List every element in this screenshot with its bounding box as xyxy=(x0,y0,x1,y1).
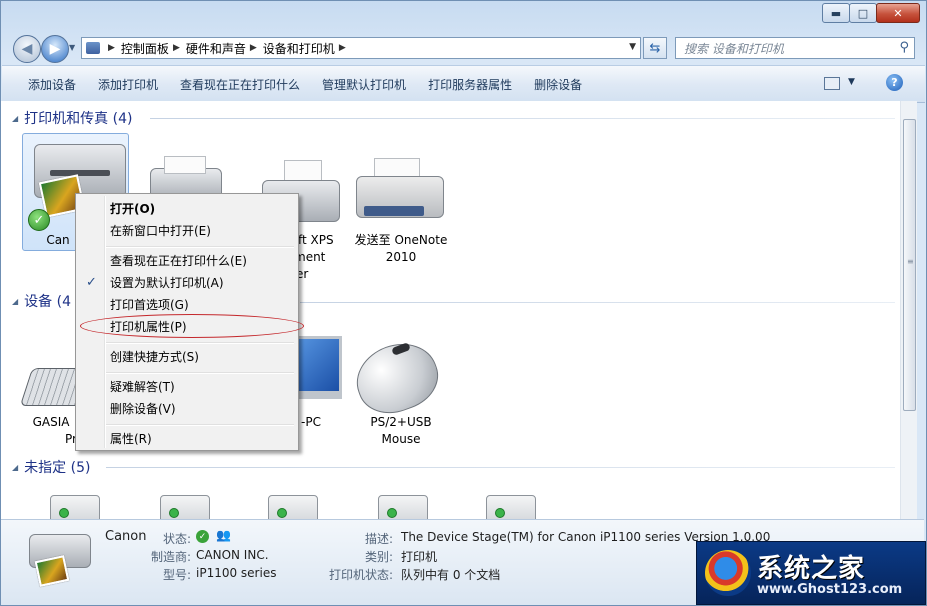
breadcrumb-separator-icon[interactable]: ▶ xyxy=(339,43,346,53)
shared-users-icon: 👥 xyxy=(216,528,231,542)
watermark-banner: 系统之家 www.Ghost123.com xyxy=(696,541,926,605)
menu-separator xyxy=(106,424,294,426)
back-button[interactable]: ◀ xyxy=(13,35,41,63)
category-value: 打印机 xyxy=(401,550,438,564)
group-title: 未指定 (5) xyxy=(24,460,91,476)
remove-device-button[interactable]: 删除设备 xyxy=(534,76,582,93)
status-label: 状态: xyxy=(162,532,191,546)
grip-icon: ≡ xyxy=(907,257,914,266)
watermark-title: 系统之家 xyxy=(757,554,866,584)
caption-buttons: ▬ □ ✕ xyxy=(822,3,920,23)
collapse-triangle-icon[interactable]: ◢ xyxy=(12,463,18,472)
breadcrumb-control-panel[interactable]: 控制面板 xyxy=(121,40,169,57)
minimize-button[interactable]: ▬ xyxy=(822,3,850,23)
group-divider xyxy=(106,467,895,468)
menu-item-remove-device[interactable]: 删除设备(V) xyxy=(78,398,296,420)
menu-separator xyxy=(106,246,294,248)
manufacturer-value: CANON INC. xyxy=(196,548,269,562)
collapse-triangle-icon[interactable]: ◢ xyxy=(12,297,18,306)
refresh-icon: ⇆ xyxy=(649,40,661,56)
add-printer-button[interactable]: 添加打印机 xyxy=(98,76,158,93)
menu-separator xyxy=(106,342,294,344)
vertical-scrollbar[interactable]: ≡ xyxy=(900,101,917,519)
menu-item-preferences[interactable]: 打印首选项(G) xyxy=(78,294,296,316)
printer-status-value: 队列中有 0 个文档 xyxy=(401,568,501,582)
back-arrow-icon: ◀ xyxy=(21,41,33,57)
breadcrumb-devices-printers[interactable]: 设备和打印机 xyxy=(263,40,335,57)
watermark-url: www.Ghost123.com xyxy=(757,582,903,597)
forward-arrow-icon: ▶ xyxy=(49,41,61,57)
view-dropdown-icon[interactable]: ▼ xyxy=(848,77,855,87)
menu-item-properties[interactable]: 属性(R) xyxy=(78,428,296,450)
menu-item-create-shortcut[interactable]: 创建快捷方式(S) xyxy=(78,346,296,368)
menu-item-label: 设置为默认打印机(A) xyxy=(110,276,224,290)
model-value: iP1100 series xyxy=(196,566,277,580)
maximize-button[interactable]: □ xyxy=(849,3,877,23)
close-button[interactable]: ✕ xyxy=(876,3,920,23)
group-title: 打印机和传真 (4) xyxy=(24,111,133,127)
group-header-unspecified[interactable]: ◢ 未指定 (5) xyxy=(12,457,90,477)
address-bar[interactable]: ▶ 控制面板 ▶ 硬件和声音 ▶ 设备和打印机 ▶ ▼ xyxy=(81,37,641,59)
device-label-mouse: PS/2+USB xyxy=(370,415,432,429)
collapse-triangle-icon[interactable]: ◢ xyxy=(12,114,18,123)
checkmark-icon: ✓ xyxy=(86,275,97,290)
device-label-mouse-line2: Mouse xyxy=(381,432,421,446)
refresh-button[interactable]: ⇆ xyxy=(643,37,667,59)
menu-separator xyxy=(106,372,294,374)
watermark-logo-icon xyxy=(705,550,751,596)
breadcrumb-separator-icon[interactable]: ▶ xyxy=(250,43,257,53)
see-whats-printing-button[interactable]: 查看现在正在打印什么 xyxy=(180,76,300,93)
print-server-properties-button[interactable]: 打印服务器属性 xyxy=(428,76,512,93)
menu-item-troubleshoot[interactable]: 疑难解答(T) xyxy=(78,376,296,398)
group-header-devices[interactable]: ◢ 设备 (4 xyxy=(12,291,71,311)
breadcrumb-separator-icon[interactable]: ▶ xyxy=(108,43,115,53)
printer-status-label: 打印机状态: xyxy=(328,568,393,582)
model-label: 型号: xyxy=(162,568,191,582)
breadcrumb-hardware-sound[interactable]: 硬件和声音 xyxy=(186,40,246,57)
help-icon[interactable]: ? xyxy=(886,74,903,91)
control-panel-icon xyxy=(86,42,100,54)
category-label: 类别: xyxy=(364,550,393,564)
scrollbar-thumb[interactable]: ≡ xyxy=(903,119,916,411)
search-icon[interactable]: ⚲ xyxy=(899,40,909,55)
recent-pages-dropdown-icon[interactable]: ▼ xyxy=(69,43,75,52)
command-bar: 添加设备 添加打印机 查看现在正在打印什么 管理默认打印机 打印服务器属性 删除… xyxy=(2,65,925,103)
manage-default-printers-button[interactable]: 管理默认打印机 xyxy=(322,76,406,93)
menu-item-open[interactable]: 打开(O) xyxy=(78,198,296,220)
group-divider xyxy=(300,302,895,303)
group-title: 设备 (4 xyxy=(24,294,71,310)
address-dropdown-icon[interactable]: ▼ xyxy=(629,42,636,52)
forward-button[interactable]: ▶ xyxy=(41,35,69,63)
group-header-printers[interactable]: ◢ 打印机和传真 (4) xyxy=(12,108,132,128)
menu-item-set-default[interactable]: ✓ 设置为默认打印机(A) xyxy=(78,272,296,294)
default-printer-check-icon: ✓ xyxy=(28,209,50,231)
manufacturer-label: 制造商: xyxy=(150,550,191,564)
add-device-button[interactable]: 添加设备 xyxy=(28,76,76,93)
highlight-ellipse xyxy=(80,314,304,338)
description-label: 描述: xyxy=(364,532,393,546)
change-view-icon[interactable] xyxy=(824,77,840,90)
search-placeholder: 搜索 设备和打印机 xyxy=(684,41,784,56)
search-input[interactable]: 搜索 设备和打印机 ⚲ xyxy=(675,37,915,59)
menu-item-open-new-window[interactable]: 在新窗口中打开(E) xyxy=(78,220,296,242)
status-ok-icon: ✓ xyxy=(196,530,209,543)
group-divider xyxy=(150,118,895,119)
printer-label-onenote-line2: 2010 xyxy=(385,250,417,264)
printer-label-onenote: 发送至 OneNote xyxy=(354,233,448,247)
breadcrumb-separator-icon[interactable]: ▶ xyxy=(173,43,180,53)
menu-item-see-printing[interactable]: 查看现在正在打印什么(E) xyxy=(78,250,296,272)
device-label-pc: -PC xyxy=(301,415,321,429)
